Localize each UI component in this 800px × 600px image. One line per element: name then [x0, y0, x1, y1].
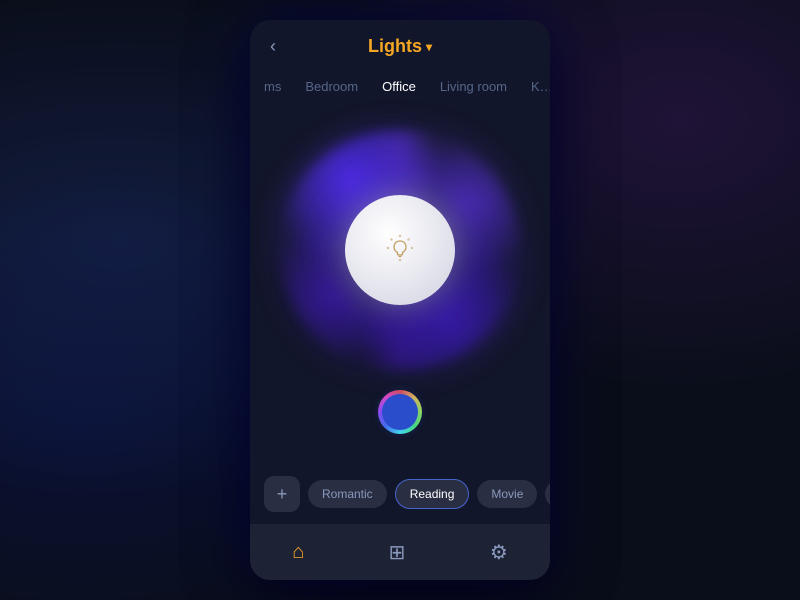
tab-living-room[interactable]: Living room: [436, 73, 511, 100]
scene-pill-movie[interactable]: Movie: [477, 480, 537, 508]
nav-item-grid[interactable]: ⊞: [373, 532, 422, 573]
scene-pill-romantic[interactable]: Romantic: [308, 480, 387, 508]
scene-pill-reading[interactable]: Reading: [395, 479, 470, 509]
tab-office[interactable]: Office: [378, 73, 420, 100]
header: ‹ Lights ▾: [250, 20, 550, 73]
add-icon: +: [277, 484, 288, 505]
nav-item-settings[interactable]: ⚙: [474, 532, 524, 573]
scenes-row: + Romantic Reading Movie Goi…: [250, 464, 550, 524]
page-title: Lights ▾: [368, 36, 432, 57]
tab-rooms[interactable]: ms: [260, 73, 285, 100]
main-content: [250, 100, 550, 464]
scene-pill-going[interactable]: Goi…: [545, 480, 550, 508]
color-wheel[interactable]: [378, 390, 422, 434]
settings-icon: ⚙: [490, 540, 508, 565]
nav-item-home[interactable]: ⌂: [276, 533, 320, 572]
room-tabs: ms Bedroom Office Living room K…: [250, 73, 550, 100]
light-orb-container: [280, 130, 520, 370]
light-toggle-orb[interactable]: [345, 195, 455, 305]
tab-kitchen[interactable]: K…: [527, 73, 550, 100]
color-picker-row: [378, 390, 422, 434]
title-text: Lights: [368, 36, 422, 57]
add-scene-button[interactable]: +: [264, 476, 300, 512]
bulb-icon: [384, 232, 416, 269]
bottom-nav: ⌂ ⊞ ⚙: [250, 524, 550, 580]
tab-bedroom[interactable]: Bedroom: [301, 73, 362, 100]
title-dropdown-arrow[interactable]: ▾: [426, 40, 432, 54]
home-icon: ⌂: [292, 541, 304, 564]
phone-container: ‹ Lights ▾ ms Bedroom Office Living room…: [250, 20, 550, 580]
grid-icon: ⊞: [389, 540, 406, 565]
back-button[interactable]: ‹: [270, 36, 276, 57]
